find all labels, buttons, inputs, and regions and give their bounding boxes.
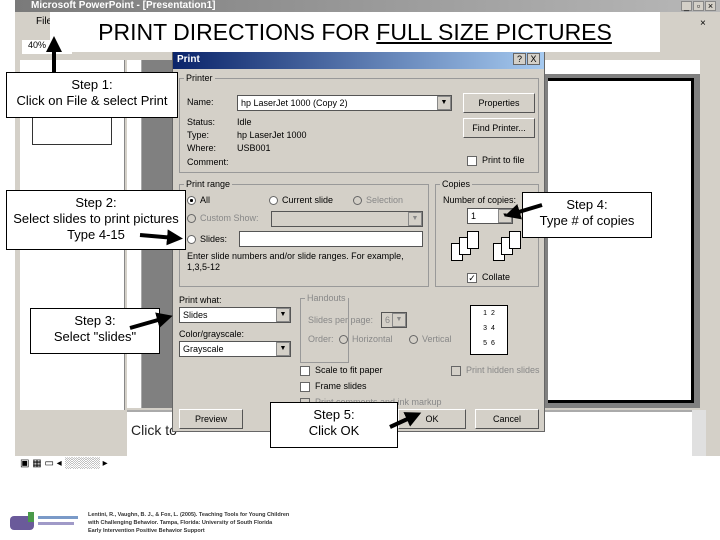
citation-line: Lentini, R., Vaughn, B. J., & Fox, L. (2… [88,512,290,518]
arrow-step4 [504,203,543,220]
arrow-step5 [389,412,422,429]
citation-line: Early Intervention Positive Behavior Sup… [88,528,205,534]
arrow-step2 [139,229,183,246]
arrow-step3 [129,312,173,330]
arrows-overlay [46,36,543,429]
teaching-tools-logo [10,510,80,532]
citation-line: with Challenging Behavior. Tampa, Florid… [88,520,273,526]
citation: Lentini, R., Vaughn, B. J., & Fox, L. (2… [88,511,289,535]
